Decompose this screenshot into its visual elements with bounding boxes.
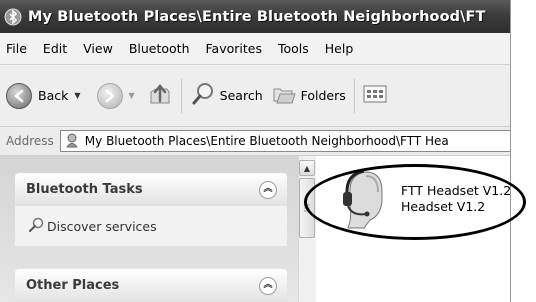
task-pane: Bluetooth Tasks ︽ Discover services Othe…: [0, 156, 298, 302]
address-value: My Bluetooth Places\Entire Bluetooth Nei…: [84, 134, 449, 148]
forward-arrow-icon: [96, 82, 123, 109]
menu-favorites[interactable]: Favorites: [206, 41, 262, 56]
other-places-header[interactable]: Other Places ︽: [15, 269, 287, 302]
back-dropdown-icon[interactable]: ▼: [74, 91, 80, 100]
collapse-chevron-icon[interactable]: ︽: [259, 180, 277, 199]
other-places-box: Other Places ︽: [15, 269, 287, 302]
views-icon: [363, 83, 387, 108]
up-folder-icon: [147, 81, 173, 110]
highlight-ellipse: [304, 164, 526, 240]
menu-tools[interactable]: Tools: [278, 41, 309, 56]
bluetooth-tasks-title: Bluetooth Tasks: [26, 182, 143, 197]
collapse-chevron-icon[interactable]: ︽: [259, 276, 277, 295]
search-label: Search: [219, 88, 263, 103]
other-places-title: Other Places: [26, 278, 120, 293]
scroll-up-arrow-icon[interactable]: ▲: [299, 160, 315, 176]
address-bar: Address My Bluetooth Places\Entire Bluet…: [0, 127, 510, 156]
forward-button[interactable]: ▼: [96, 82, 135, 109]
bluetooth-places-icon: [4, 8, 22, 26]
menu-file[interactable]: File: [6, 41, 27, 56]
folders-button[interactable]: Folders: [271, 81, 346, 110]
menu-help[interactable]: Help: [325, 41, 354, 56]
title-bar[interactable]: My Bluetooth Places\Entire Bluetooth Nei…: [0, 0, 510, 33]
bluetooth-tasks-header[interactable]: Bluetooth Tasks ︽: [15, 173, 287, 206]
discover-services-label: Discover services: [47, 218, 157, 234]
explorer-window: My Bluetooth Places\Entire Bluetooth Nei…: [0, 0, 511, 302]
menu-edit[interactable]: Edit: [43, 41, 67, 56]
discover-services-link[interactable]: Discover services: [15, 206, 287, 246]
back-button[interactable]: Back ▼: [6, 82, 81, 109]
search-button[interactable]: Search: [190, 81, 263, 110]
bluetooth-device-icon: [64, 132, 80, 151]
bluetooth-tasks-box: Bluetooth Tasks ︽ Discover services: [15, 173, 287, 246]
toolbar-separator: [180, 78, 182, 113]
views-button[interactable]: [363, 83, 387, 108]
up-folder-button[interactable]: [147, 81, 173, 110]
menu-bar: File Edit View Bluetooth Favorites Tools…: [0, 33, 510, 65]
back-label: Back: [38, 88, 69, 103]
search-icon: [28, 217, 44, 236]
address-field[interactable]: My Bluetooth Places\Entire Bluetooth Nei…: [59, 130, 510, 152]
menu-bluetooth[interactable]: Bluetooth: [129, 41, 190, 56]
vertical-scrollbar[interactable]: ▲: [298, 156, 316, 302]
toolbar: Back ▼ ▼ Search Folders: [0, 65, 510, 127]
folders-label: Folders: [300, 88, 346, 103]
address-label: Address: [6, 134, 54, 148]
forward-dropdown-icon[interactable]: ▼: [129, 91, 135, 100]
back-arrow-icon: [6, 82, 32, 109]
folders-icon: [271, 81, 297, 110]
window-title: My Bluetooth Places\Entire Bluetooth Nei…: [28, 8, 486, 25]
search-icon: [190, 81, 216, 110]
menu-view[interactable]: View: [83, 41, 113, 56]
toolbar-separator: [353, 78, 355, 113]
